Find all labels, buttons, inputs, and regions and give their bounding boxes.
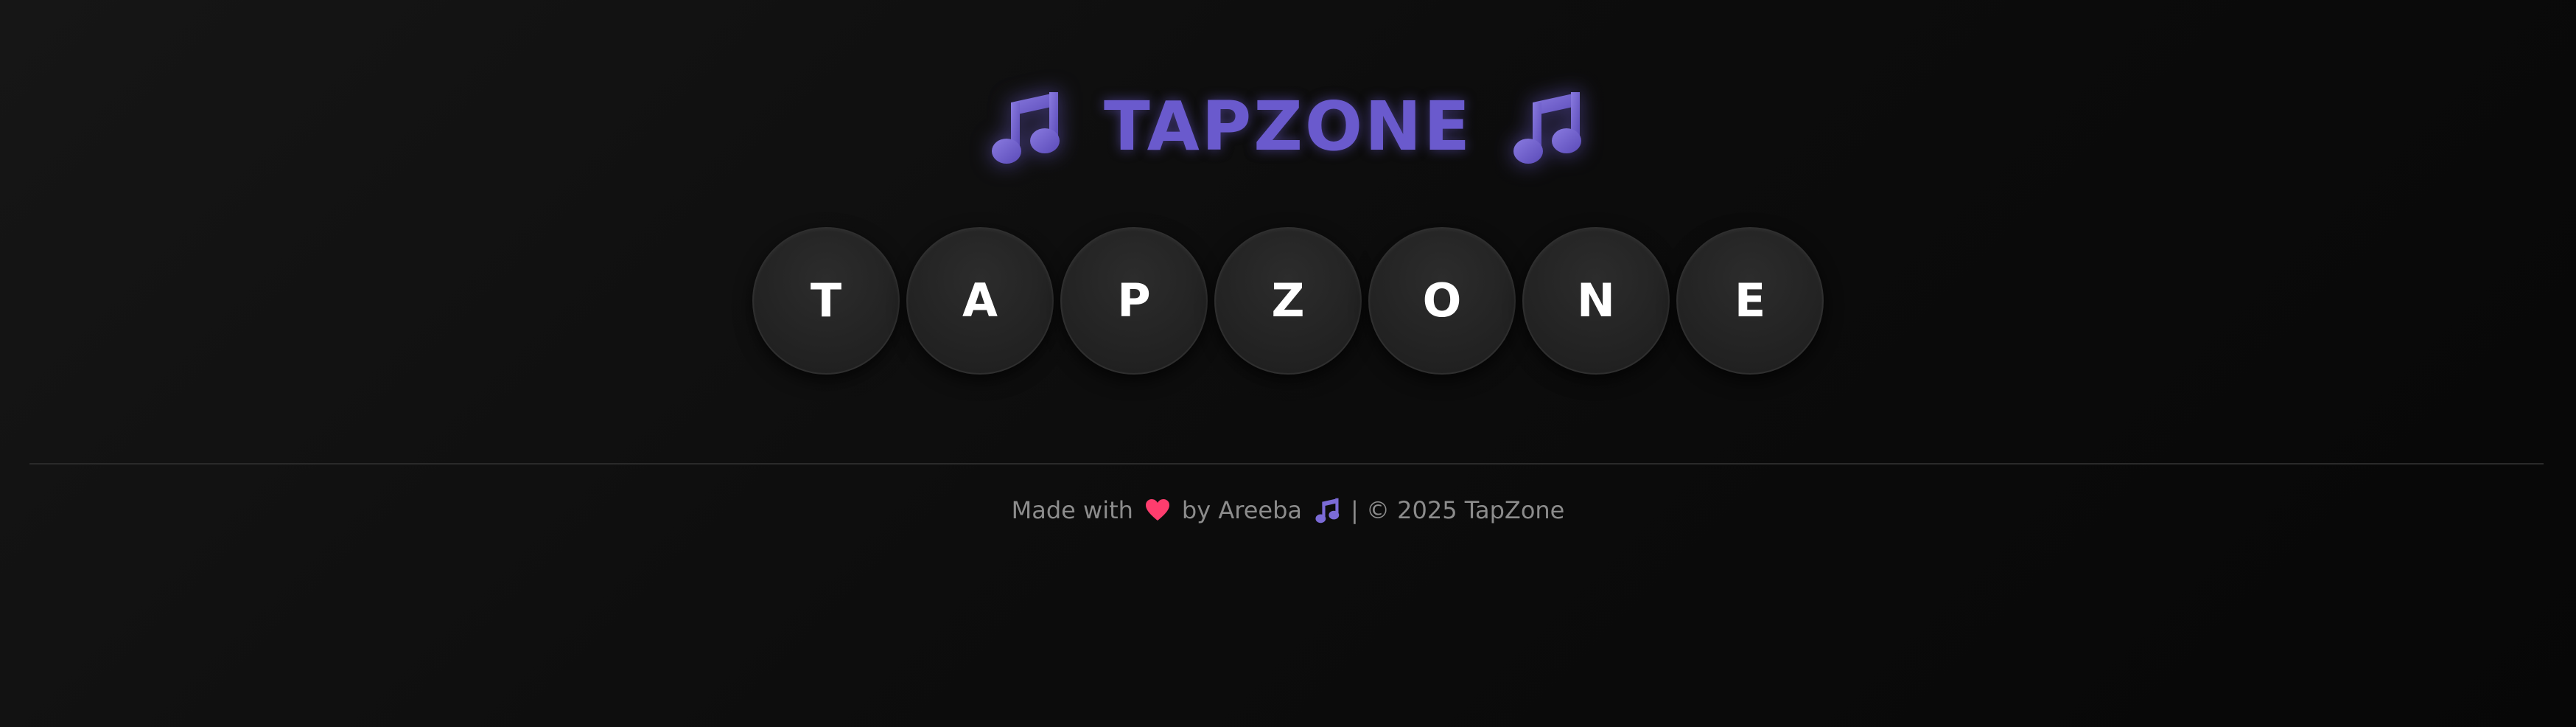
music-notes-icon <box>1315 498 1340 523</box>
pad-z[interactable]: Z <box>1214 227 1362 375</box>
pad-n[interactable]: N <box>1522 227 1670 375</box>
pad-label: P <box>1117 274 1151 327</box>
app-header: TAPZONE <box>0 83 2576 171</box>
pad-label: T <box>810 274 842 327</box>
pad-label: A <box>962 274 998 327</box>
page: TAPZONE T A P Z O N E Made with by Areeb… <box>0 0 2576 727</box>
footer-copyright: | © 2025 TapZone <box>1350 496 1565 524</box>
footer: Made with by Areeba | © 2025 TapZone <box>0 490 2576 531</box>
pad-label: O <box>1422 274 1462 327</box>
pad-o[interactable]: O <box>1368 227 1516 375</box>
footer-made-with: Made with <box>1011 496 1133 524</box>
pad-t[interactable]: T <box>752 227 900 375</box>
pad-p[interactable]: P <box>1060 227 1208 375</box>
footer-author: by Areeba <box>1181 496 1302 524</box>
drum-pads: T A P Z O N E <box>0 227 2576 375</box>
music-notes-icon <box>1513 92 1581 164</box>
heart-icon <box>1145 499 1169 521</box>
footer-divider <box>29 463 2544 465</box>
music-notes-icon <box>991 92 1060 164</box>
pad-label: N <box>1577 274 1615 327</box>
app-title: TAPZONE <box>1103 87 1472 166</box>
pad-label: E <box>1734 274 1766 327</box>
pad-e[interactable]: E <box>1676 227 1824 375</box>
pad-a[interactable]: A <box>906 227 1054 375</box>
pad-label: Z <box>1271 274 1305 327</box>
